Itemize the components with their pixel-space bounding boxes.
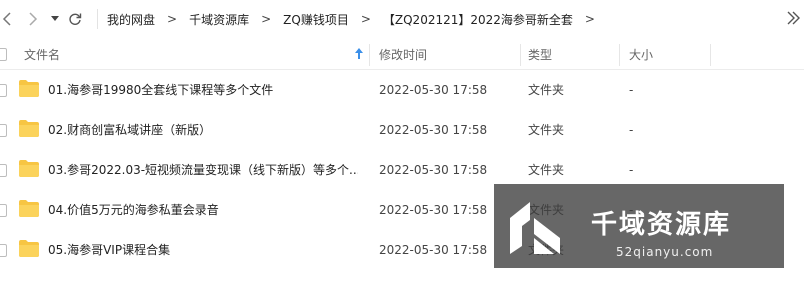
breadcrumb-item-current[interactable]: 【ZQ202121】2022海参哥新全套 [383, 11, 573, 28]
watermark-url: 52qianyu.com [616, 245, 714, 259]
row-checkbox[interactable] [0, 124, 7, 137]
file-type: 文件夹 [528, 123, 565, 137]
folder-icon [19, 160, 39, 177]
column-header-type[interactable]: 类型 [528, 38, 552, 70]
more-icon[interactable] [786, 10, 800, 29]
breadcrumb-separator: > [360, 12, 371, 26]
file-name[interactable]: 04.价值5万元的海参私董会录音 [48, 190, 358, 230]
breadcrumb-item[interactable]: ZQ赚钱项目 [283, 11, 349, 28]
folder-icon [19, 120, 39, 137]
column-divider[interactable] [710, 44, 711, 66]
dropdown-icon[interactable] [50, 10, 60, 28]
file-modified: 2022-05-30 17:58 [379, 163, 488, 177]
column-header: 文件名 修改时间 类型 大小 [0, 38, 804, 70]
breadcrumb-separator: > [584, 12, 595, 26]
refresh-icon[interactable] [67, 10, 83, 28]
folder-icon [19, 200, 39, 217]
row-checkbox[interactable] [0, 84, 7, 97]
column-header-modified[interactable]: 修改时间 [379, 38, 427, 70]
sort-ascending-icon[interactable] [355, 48, 363, 62]
breadcrumb-separator: > [167, 12, 178, 26]
folder-icon [19, 80, 39, 97]
navigation-bar: 我的网盘 > 千域资源库 > ZQ赚钱项目 > 【ZQ202121】2022海参… [0, 0, 804, 38]
breadcrumb-separator: > [261, 12, 272, 26]
file-name[interactable]: 03.参哥2022.03-短视频流量变现课（线下新版）等多个... [48, 150, 358, 190]
row-checkbox[interactable] [0, 164, 7, 177]
breadcrumb: 我的网盘 > 千域资源库 > ZQ赚钱项目 > 【ZQ202121】2022海参… [97, 0, 595, 38]
folder-icon [19, 240, 39, 257]
column-name-label: 文件名 [24, 47, 61, 62]
file-name[interactable]: 01.海参哥19980全套线下课程等多个文件 [48, 70, 358, 110]
column-size-label: 大小 [629, 47, 654, 62]
breadcrumb-item-root[interactable]: 我的网盘 [107, 11, 155, 28]
column-divider[interactable] [619, 44, 620, 66]
breadcrumb-item[interactable]: 千域资源库 [189, 11, 249, 28]
file-modified: 2022-05-30 17:58 [379, 203, 488, 217]
file-name[interactable]: 02.财商创富私域讲座（新版） [48, 110, 358, 150]
file-size: - [629, 83, 634, 97]
watermark-title: 千域资源库 [591, 210, 732, 240]
row-checkbox[interactable] [0, 204, 7, 217]
file-row[interactable]: 02.财商创富私域讲座（新版） 2022-05-30 17:58 文件夹 - [0, 110, 804, 150]
file-type: 文件夹 [528, 83, 565, 97]
file-size: - [629, 123, 634, 137]
file-row[interactable]: 01.海参哥19980全套线下课程等多个文件 2022-05-30 17:58 … [0, 70, 804, 110]
column-divider[interactable] [369, 44, 370, 66]
column-type-label: 类型 [528, 47, 553, 62]
watermark: 千域资源库 52qianyu.com [494, 184, 784, 268]
back-arrow-icon[interactable] [0, 10, 14, 28]
row-checkbox[interactable] [0, 244, 7, 257]
column-header-size[interactable]: 大小 [629, 38, 653, 70]
select-all-checkbox[interactable] [0, 48, 7, 61]
file-modified: 2022-05-30 17:58 [379, 83, 488, 97]
column-divider[interactable] [520, 44, 521, 66]
column-modified-label: 修改时间 [379, 47, 428, 62]
file-modified: 2022-05-30 17:58 [379, 243, 488, 257]
watermark-logo-icon [510, 202, 560, 254]
forward-arrow-icon[interactable] [26, 10, 40, 28]
file-name[interactable]: 05.海参哥VIP课程合集 [48, 230, 358, 270]
file-modified: 2022-05-30 17:58 [379, 123, 488, 137]
column-header-name[interactable]: 文件名 [24, 38, 60, 70]
